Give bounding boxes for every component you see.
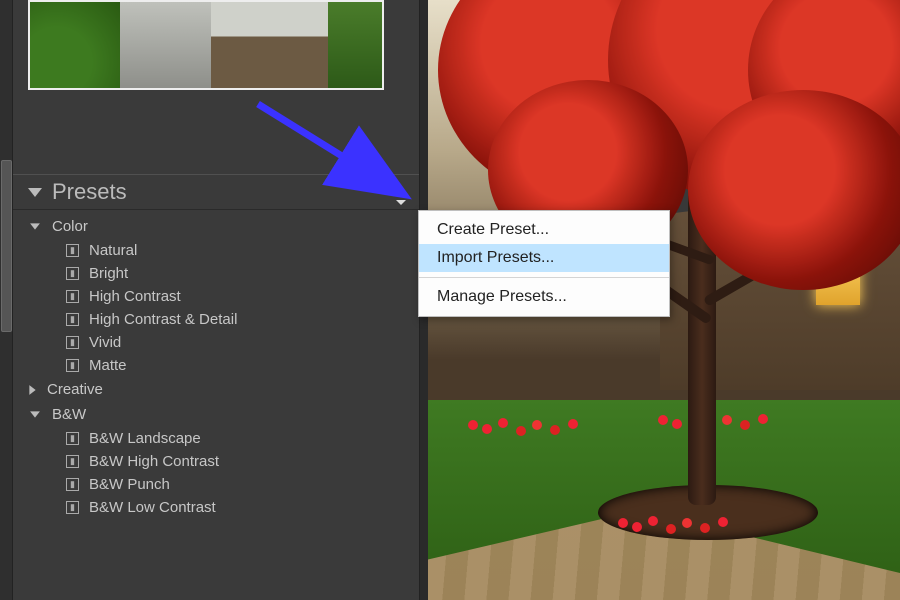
panel-scrollbar[interactable]: [0, 0, 13, 600]
scene-flowers: [658, 415, 668, 425]
preset-item[interactable]: ▮ Vivid: [38, 331, 419, 354]
preset-icon: ▮: [66, 336, 79, 349]
preset-group[interactable]: Color: [28, 214, 419, 239]
preview-area: [0, 0, 419, 104]
preset-icon: ▮: [66, 359, 79, 372]
plus-icon: +: [389, 182, 401, 202]
preset-icon: ▮: [66, 244, 79, 257]
menu-separator: [419, 277, 669, 278]
presets-panel-header[interactable]: Presets +: [0, 174, 419, 210]
preset-item[interactable]: ▮ Matte: [38, 354, 419, 377]
preset-item-label: B&W High Contrast: [89, 453, 219, 470]
presets-tree: Color ▮ Natural ▮ Bright ▮ High Contrast ▮ High …: [0, 210, 419, 519]
chevron-down-icon: [28, 188, 42, 197]
app-root: Presets + Color ▮ Natural ▮ Bright ▮ High Cont…: [0, 0, 900, 600]
preset-icon: ▮: [66, 313, 79, 326]
preset-icon: ▮: [66, 501, 79, 514]
menu-item[interactable]: Import Presets...: [419, 244, 669, 272]
thumb-region: [120, 2, 210, 88]
menu-item[interactable]: Manage Presets...: [419, 283, 669, 311]
add-preset-button[interactable]: +: [385, 182, 405, 202]
chevron-down-icon: [30, 411, 40, 417]
scene-flowers: [468, 420, 478, 430]
preset-group-label: Color: [52, 218, 88, 235]
panel-title-label: Presets: [52, 179, 127, 205]
presets-panel-title: Presets: [28, 179, 127, 205]
thumb-region: [30, 2, 120, 88]
preset-item[interactable]: ▮ Natural: [38, 239, 419, 262]
panel-scrollbar-thumb[interactable]: [1, 160, 12, 332]
preset-item[interactable]: ▮ Bright: [38, 262, 419, 285]
chevron-right-icon: [29, 385, 35, 395]
preset-icon: ▮: [66, 478, 79, 491]
preset-item-label: High Contrast: [89, 288, 181, 305]
preset-item[interactable]: ▮ B&W Punch: [38, 473, 419, 496]
thumb-region: [328, 2, 382, 88]
preset-icon: ▮: [66, 455, 79, 468]
preset-group-label: Creative: [47, 381, 103, 398]
preset-group[interactable]: Creative: [28, 377, 419, 402]
preset-group[interactable]: B&W: [28, 402, 419, 427]
menu-item[interactable]: Create Preset...: [419, 216, 669, 244]
preset-item-label: Natural: [89, 242, 137, 259]
left-panel: Presets + Color ▮ Natural ▮ Bright ▮ High Cont…: [0, 0, 420, 600]
preset-icon: ▮: [66, 290, 79, 303]
preset-item[interactable]: ▮ High Contrast & Detail: [38, 308, 419, 331]
preset-item-label: B&W Low Contrast: [89, 499, 216, 516]
preset-icon: ▮: [66, 267, 79, 280]
preset-group-label: B&W: [52, 406, 86, 423]
preset-icon: ▮: [66, 432, 79, 445]
preset-item[interactable]: ▮ High Contrast: [38, 285, 419, 308]
preset-item[interactable]: ▮ B&W Low Contrast: [38, 496, 419, 519]
preview-thumbnail[interactable]: [28, 0, 384, 90]
preset-item-label: B&W Punch: [89, 476, 170, 493]
scene-flowers: [618, 518, 628, 528]
preset-item[interactable]: ▮ B&W Landscape: [38, 427, 419, 450]
preset-item-label: High Contrast & Detail: [89, 311, 237, 328]
preset-item-label: Bright: [89, 265, 128, 282]
preset-item-label: Matte: [89, 357, 127, 374]
presets-context-menu: Create Preset...Import Presets... Manage …: [418, 210, 670, 317]
preset-item[interactable]: ▮ B&W High Contrast: [38, 450, 419, 473]
preset-item-label: Vivid: [89, 334, 121, 351]
preset-item-label: B&W Landscape: [89, 430, 201, 447]
thumb-region: [211, 2, 328, 88]
chevron-down-icon: [30, 223, 40, 229]
